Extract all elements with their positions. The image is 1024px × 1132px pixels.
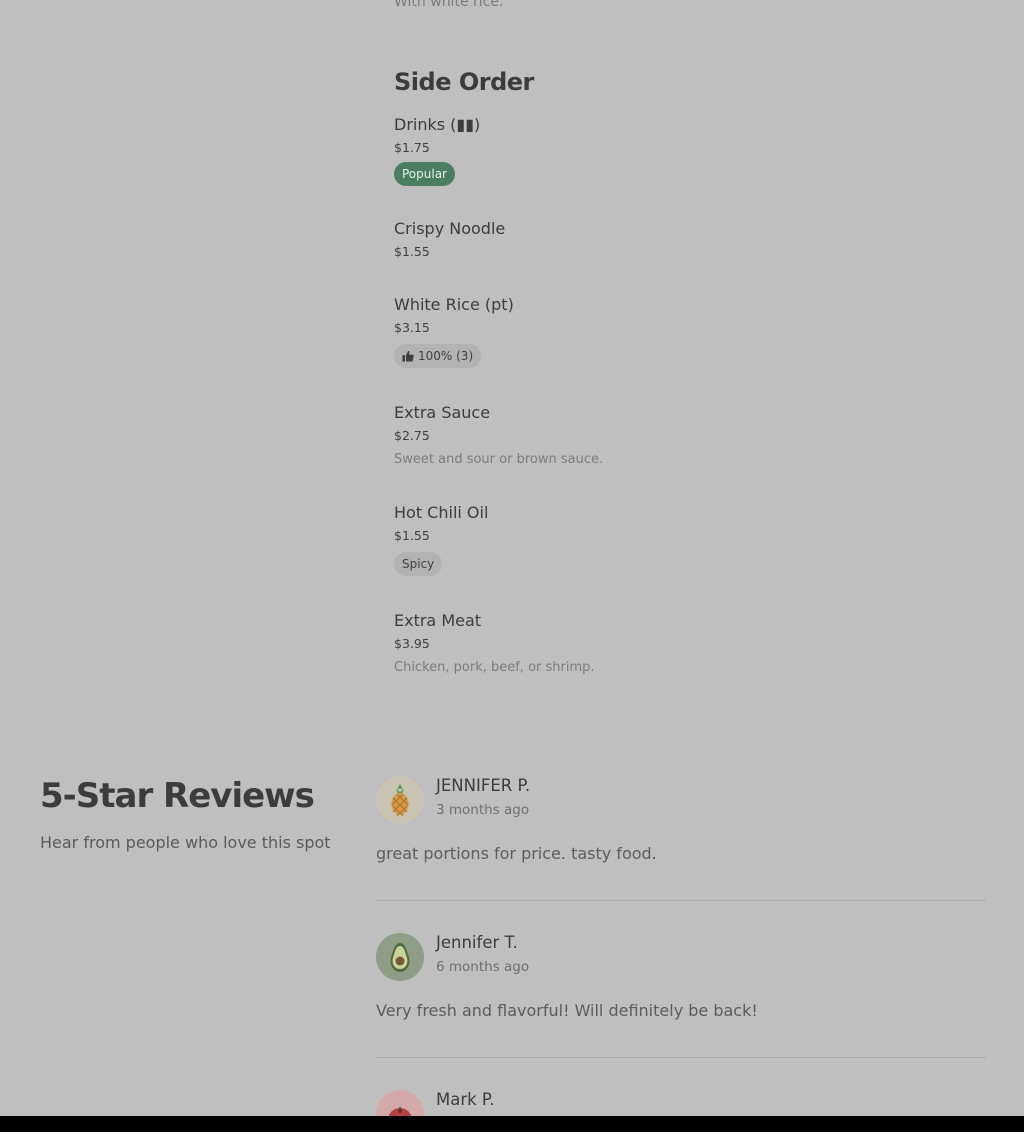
reviewer-name: JENNIFER P.: [436, 776, 531, 795]
item-price: $2.75: [394, 428, 430, 443]
item-price: $1.55: [394, 244, 430, 259]
review-text: Very fresh and flavorful! Will definitel…: [376, 1001, 758, 1020]
item-name: Extra Meat: [394, 611, 482, 630]
rating-badge: 100% (3): [394, 344, 482, 368]
reviews-title: 5-Star Reviews: [40, 776, 315, 816]
review-text: great portions for price. tasty food.: [376, 844, 657, 863]
menu-item-drinks[interactable]: Drinks (▮▮) $1.75 Popular: [394, 115, 954, 186]
badge-label: 100% (3): [418, 349, 474, 363]
review-date: 3 months ago: [436, 802, 530, 818]
reviewer-name: Mark P.: [436, 1090, 495, 1109]
item-name: Drinks (▮▮): [394, 115, 481, 134]
item-name: White Rice (pt): [394, 295, 514, 314]
bottom-bar: [0, 1116, 1024, 1132]
item-name: Crispy Noodle: [394, 219, 506, 238]
menu-item-extra-meat[interactable]: Extra Meat $3.95 Chicken, pork, beef, or…: [394, 611, 954, 676]
popular-badge: Popular: [394, 162, 455, 186]
page: With white rice. Side Order Drinks (▮▮) …: [0, 0, 1024, 1132]
avatar: [376, 933, 424, 981]
badge-label: Spicy: [402, 557, 435, 571]
avocado-icon: [390, 943, 410, 972]
divider: [376, 900, 986, 901]
divider: [376, 1057, 986, 1058]
pineapple-icon: [391, 784, 409, 817]
thumbs-up-icon: [402, 350, 414, 362]
item-price: $3.15: [394, 320, 430, 335]
item-description: Chicken, pork, beef, or shrimp.: [394, 660, 595, 675]
menu-item-white-rice[interactable]: White Rice (pt) $3.15 100% (3): [394, 295, 954, 368]
spicy-badge: Spicy: [394, 552, 443, 576]
menu-item-crispy-noodle[interactable]: Crispy Noodle $1.55: [394, 219, 954, 260]
item-name: Extra Sauce: [394, 403, 491, 422]
item-price: $1.75: [394, 140, 430, 155]
reviewer-name: Jennifer T.: [436, 933, 518, 952]
badge-label: Popular: [402, 167, 447, 181]
item-description: Sweet and sour or brown sauce.: [394, 452, 604, 467]
item-price: $3.95: [394, 636, 430, 651]
section-title: Side Order: [394, 68, 534, 96]
menu-item-hot-chili-oil[interactable]: Hot Chili Oil $1.55 Spicy: [394, 503, 954, 576]
avatar: [376, 776, 424, 824]
item-name: Hot Chili Oil: [394, 503, 489, 522]
review-date: 6 months ago: [436, 959, 530, 975]
item-price: $1.55: [394, 528, 430, 543]
item-description: With white rice.: [394, 0, 504, 10]
reviews-subtitle: Hear from people who love this spot: [40, 833, 331, 852]
menu-item-extra-sauce[interactable]: Extra Sauce $2.75 Sweet and sour or brow…: [394, 403, 954, 468]
